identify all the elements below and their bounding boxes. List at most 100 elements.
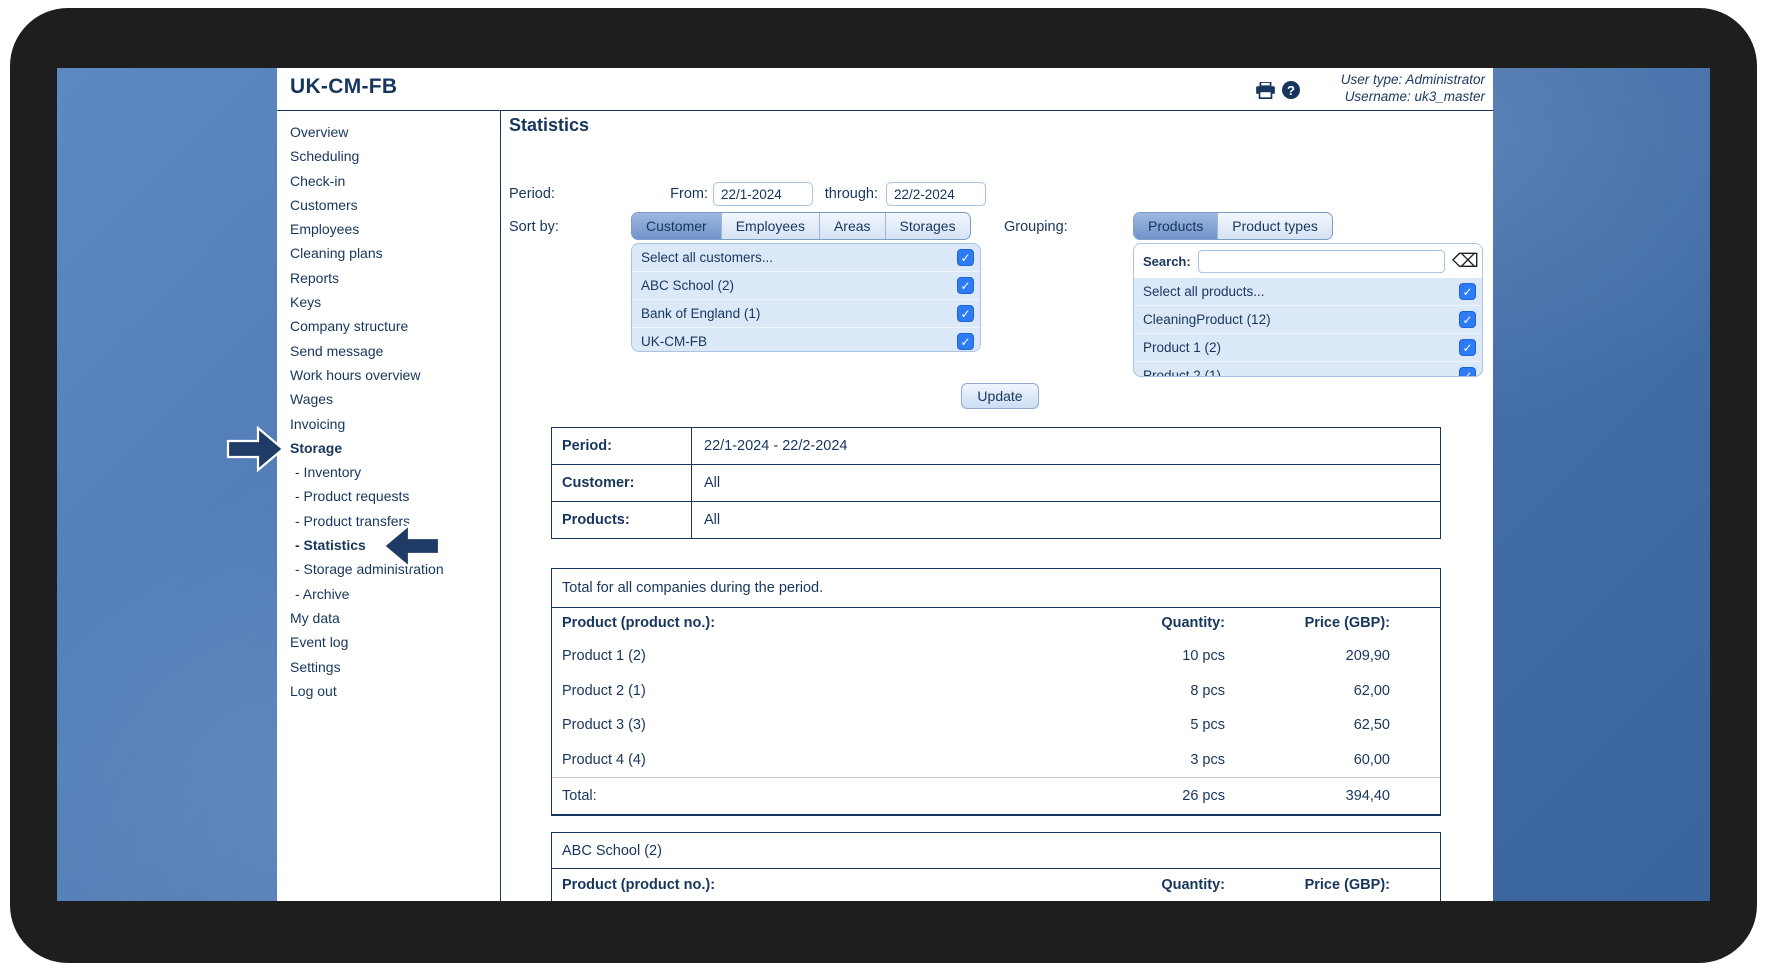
totals-total-row: Total:26 pcs394,40 xyxy=(552,777,1440,814)
through-label: through: xyxy=(801,186,878,202)
search-row: Search: ⌫ xyxy=(1134,244,1482,278)
checkbox-checked-icon[interactable]: ✓ xyxy=(1459,283,1476,300)
sidebar-item-scheduling[interactable]: Scheduling xyxy=(277,144,500,168)
sidebar-nav: OverviewSchedulingCheck-inCustomersEmplo… xyxy=(277,110,500,703)
sidebar-item-inventory[interactable]: - Inventory xyxy=(277,460,500,484)
customer-item-select-all-customers[interactable]: Select all customers... ✓ xyxy=(632,244,980,271)
user-type-label: User type: Administrator xyxy=(1341,71,1485,88)
username-label: Username: uk3_master xyxy=(1341,88,1485,105)
checkbox-checked-icon[interactable]: ✓ xyxy=(957,277,974,294)
period-label: Period: xyxy=(509,186,555,202)
product-item-product-2-1[interactable]: Product 2 (1)✓ xyxy=(1134,361,1482,377)
sidebar-item-check-in[interactable]: Check-in xyxy=(277,169,500,193)
sidebar-item-event-log[interactable]: Event log xyxy=(277,630,500,654)
sort-tab-customer[interactable]: Customer xyxy=(632,213,721,239)
sidebar-item-settings[interactable]: Settings xyxy=(277,655,500,679)
totals-rows: Product 1 (2)10 pcs209,90Product 2 (1)8 … xyxy=(552,639,1440,777)
summary-label: Customer: xyxy=(552,465,692,501)
sort-tab-group: CustomerEmployeesAreasStorages xyxy=(631,212,971,240)
sidebar-item-invoicing[interactable]: Invoicing xyxy=(277,412,500,436)
checkbox-checked-icon[interactable]: ✓ xyxy=(1459,339,1476,356)
table-row: Product 3 (3)5 pcs62,50 xyxy=(552,708,1440,743)
customer-item-uk-cm-fb[interactable]: UK-CM-FB ✓ xyxy=(632,327,980,352)
table-row: Product 2 (1)8 pcs62,00 xyxy=(552,674,1440,709)
product-item-cleaningproduct-12[interactable]: CleaningProduct (12) ✓ xyxy=(1134,305,1482,333)
summary-value: 22/1-2024 - 22/2-2024 xyxy=(692,428,1440,464)
column-header: Quantity: xyxy=(1045,877,1225,893)
price-cell: 62,50 xyxy=(1225,717,1390,733)
checkbox-checked-icon[interactable]: ✓ xyxy=(1459,311,1476,328)
sort-tab-employees[interactable]: Employees xyxy=(721,213,819,239)
clear-search-icon[interactable]: ⌫ xyxy=(1452,250,1478,273)
summary-row: Period:22/1-2024 - 22/2-2024 xyxy=(552,428,1440,465)
search-input[interactable] xyxy=(1198,250,1445,273)
sidebar-item-company-structure[interactable]: Company structure xyxy=(277,314,500,338)
checkbox-checked-icon[interactable]: ✓ xyxy=(957,249,974,266)
sidebar-item-work-hours-overview[interactable]: Work hours overview xyxy=(277,363,500,387)
list-item-label: Select all customers... xyxy=(641,250,773,265)
summary-label: Period: xyxy=(552,428,692,464)
summary-table: Period:22/1-2024 - 22/2-2024Customer:All… xyxy=(551,427,1441,539)
print-icon[interactable] xyxy=(1255,82,1276,99)
help-icon[interactable]: ? xyxy=(1282,81,1300,99)
checkbox-checked-icon[interactable]: ✓ xyxy=(957,305,974,322)
quantity-cell: 10 pcs xyxy=(1045,648,1225,664)
app-header: UK-CM-FB ? User type: Administrator User… xyxy=(277,68,1493,111)
column-header: Price (GBP): xyxy=(1225,615,1390,631)
statistics-annotation-arrow-icon xyxy=(383,523,441,569)
customers-panel: Select all customers...✓ABC School (2)✓B… xyxy=(631,243,981,352)
sidebar-item-customers[interactable]: Customers xyxy=(277,193,500,217)
column-header: Quantity: xyxy=(1045,615,1225,631)
totals-header-row: Product (product no.):Quantity:Price (GB… xyxy=(552,608,1440,639)
price-cell: 394,40 xyxy=(1225,788,1390,804)
sidebar-item-employees[interactable]: Employees xyxy=(277,217,500,241)
grouping-tab-products[interactable]: Products xyxy=(1134,213,1217,239)
list-item-label: Bank of England (1) xyxy=(641,306,760,321)
customer-item-bank-of-england-1[interactable]: Bank of England (1) ✓ xyxy=(632,299,980,327)
browser-viewport: UK-CM-FB ? User type: Administrator User… xyxy=(57,68,1710,901)
list-item-label: Select all products... xyxy=(1143,284,1265,299)
list-item-label: ABC School (2) xyxy=(641,278,734,293)
table-row: Product 1 (2)10 pcs209,90 xyxy=(552,639,1440,674)
customers-list: Select all customers...✓ABC School (2)✓B… xyxy=(632,244,980,352)
from-date-input[interactable] xyxy=(713,182,813,206)
grouping-tab-product-types[interactable]: Product types xyxy=(1217,213,1332,239)
customer-item-abc-school-2[interactable]: ABC School (2) ✓ xyxy=(632,271,980,299)
product-cell: Product 1 (2) xyxy=(552,648,1045,664)
sidebar-item-reports[interactable]: Reports xyxy=(277,266,500,290)
sort-tab-storages[interactable]: Storages xyxy=(885,213,970,239)
quantity-cell: 3 pcs xyxy=(1045,752,1225,768)
sidebar-item-keys[interactable]: Keys xyxy=(277,290,500,314)
product-cell: Total: xyxy=(552,788,1045,804)
summary-value: All xyxy=(692,502,1440,538)
table-row: Product 4 (4)3 pcs60,00 xyxy=(552,743,1440,778)
list-item-label: UK-CM-FB xyxy=(641,334,707,349)
price-cell: 60,00 xyxy=(1225,752,1390,768)
sidebar-item-product-requests[interactable]: - Product requests xyxy=(277,484,500,508)
sort-tab-areas[interactable]: Areas xyxy=(819,213,885,239)
screenshot-canvas: UK-CM-FB ? User type: Administrator User… xyxy=(0,0,1767,971)
sidebar-item-log-out[interactable]: Log out xyxy=(277,679,500,703)
company-header-row: Product (product no.):Quantity:Price (GB… xyxy=(552,869,1440,901)
sidebar-item-my-data[interactable]: My data xyxy=(277,606,500,630)
sidebar-item-archive[interactable]: - Archive xyxy=(277,582,500,606)
through-date-input[interactable] xyxy=(886,182,986,206)
sidebar-item-cleaning-plans[interactable]: Cleaning plans xyxy=(277,241,500,265)
price-cell: 62,00 xyxy=(1225,683,1390,699)
sidebar-item-send-message[interactable]: Send message xyxy=(277,339,500,363)
product-item-select-all-products[interactable]: Select all products... ✓ xyxy=(1134,278,1482,305)
sidebar-item-wages[interactable]: Wages xyxy=(277,387,500,411)
update-button[interactable]: Update xyxy=(961,383,1039,409)
product-item-product-1-2[interactable]: Product 1 (2) ✓ xyxy=(1134,333,1482,361)
summary-row: Customer:All xyxy=(552,465,1440,502)
page-title: Statistics xyxy=(509,115,589,136)
checkbox-checked-icon[interactable]: ✓ xyxy=(957,333,974,350)
list-item-label: CleaningProduct (12) xyxy=(1143,312,1271,327)
sidebar-item-storage[interactable]: Storage xyxy=(277,436,500,460)
column-header: Price (GBP): xyxy=(1225,877,1390,893)
sidebar-item-overview[interactable]: Overview xyxy=(277,120,500,144)
list-item-label: Product 1 (2) xyxy=(1143,340,1221,355)
checkbox-checked-icon[interactable]: ✓ xyxy=(1459,367,1476,377)
summary-label: Products: xyxy=(552,502,692,538)
quantity-cell: 5 pcs xyxy=(1045,717,1225,733)
